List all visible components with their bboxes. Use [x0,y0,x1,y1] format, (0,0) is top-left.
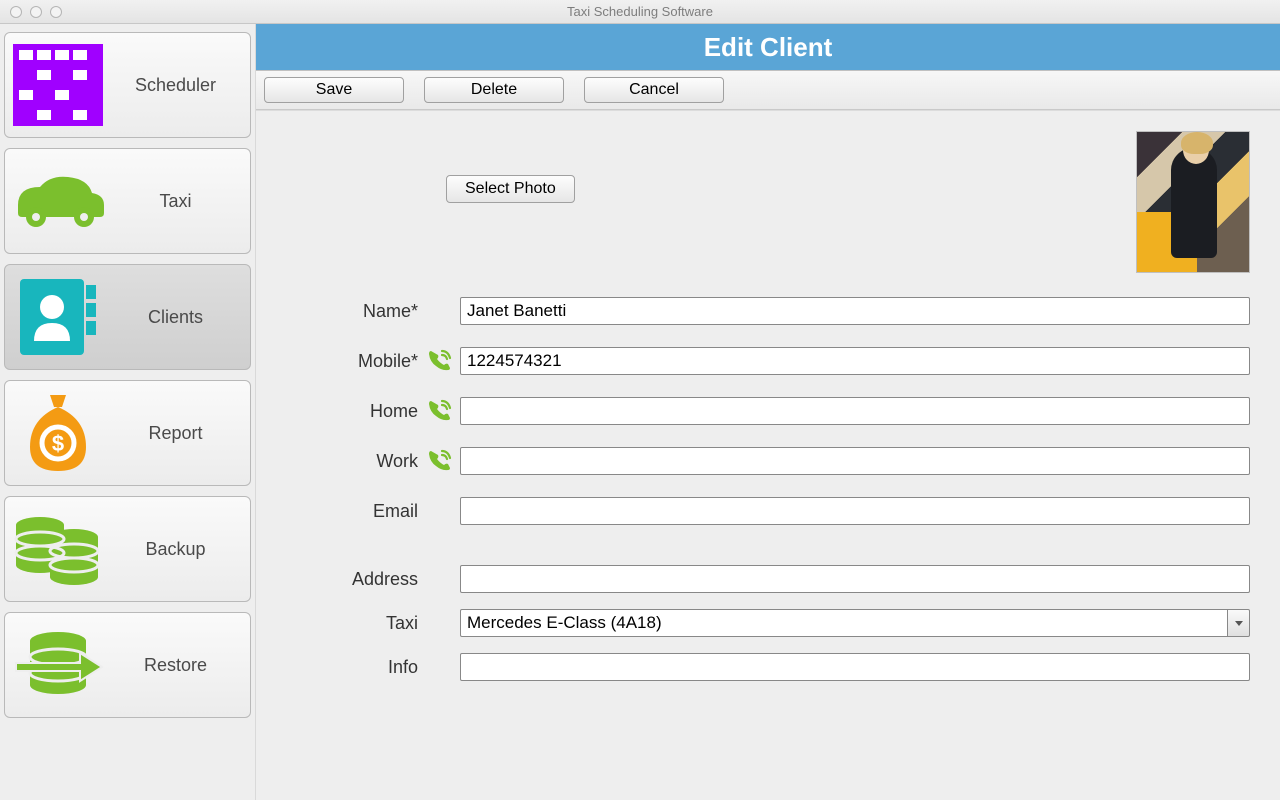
cancel-button[interactable]: Cancel [584,77,724,103]
sidebar-item-clients[interactable]: Clients [4,264,251,370]
client-form: Name* Mobile* Home Work [286,297,1250,681]
action-toolbar: Save Delete Cancel [256,70,1280,110]
save-button[interactable]: Save [264,77,404,103]
taxi-label: Taxi [286,613,426,634]
taxi-select-value: Mercedes E-Class (4A18) [460,609,1228,637]
phone-call-icon[interactable] [426,448,452,474]
contacts-icon [5,265,111,369]
sidebar-item-label: Clients [111,307,250,328]
database-stack-icon [5,497,111,601]
info-label: Info [286,657,426,678]
phone-call-icon[interactable] [426,348,452,374]
database-arrow-icon [5,613,111,717]
delete-button[interactable]: Delete [424,77,564,103]
sidebar-item-restore[interactable]: Restore [4,612,251,718]
taxi-select[interactable]: Mercedes E-Class (4A18) [460,609,1250,637]
sidebar-item-report[interactable]: $ Report [4,380,251,486]
name-label: Name* [286,301,426,322]
home-input[interactable] [460,397,1250,425]
sidebar: Scheduler Taxi [0,24,256,800]
name-input[interactable] [460,297,1250,325]
svg-text:$: $ [52,431,64,456]
sidebar-item-scheduler[interactable]: Scheduler [4,32,251,138]
sidebar-item-label: Backup [111,539,250,560]
info-input[interactable] [460,653,1250,681]
sidebar-item-backup[interactable]: Backup [4,496,251,602]
form-content: Select Photo Name* Mobile* [256,110,1280,800]
main-panel: Edit Client Save Delete Cancel Select Ph… [256,24,1280,800]
select-photo-button[interactable]: Select Photo [446,175,575,203]
chevron-down-icon[interactable] [1228,609,1250,637]
app-body: Scheduler Taxi [0,24,1280,800]
client-photo[interactable] [1136,131,1250,273]
photo-row: Select Photo [286,131,1250,273]
email-input[interactable] [460,497,1250,525]
sidebar-item-label: Restore [111,655,250,676]
mobile-label: Mobile* [286,351,426,372]
address-label: Address [286,569,426,590]
money-bag-icon: $ [5,381,111,485]
page-title: Edit Client [704,32,833,63]
address-input[interactable] [460,565,1250,593]
page-header: Edit Client [256,24,1280,70]
email-label: Email [286,501,426,522]
home-label: Home [286,401,426,422]
window-titlebar: Taxi Scheduling Software [0,0,1280,24]
sidebar-item-label: Taxi [111,191,250,212]
calendar-icon [5,33,111,137]
mobile-input[interactable] [460,347,1250,375]
car-icon [5,149,111,253]
sidebar-item-taxi[interactable]: Taxi [4,148,251,254]
work-label: Work [286,451,426,472]
phone-call-icon[interactable] [426,398,452,424]
work-input[interactable] [460,447,1250,475]
window-title: Taxi Scheduling Software [0,4,1280,19]
sidebar-item-label: Scheduler [111,75,250,96]
sidebar-item-label: Report [111,423,250,444]
